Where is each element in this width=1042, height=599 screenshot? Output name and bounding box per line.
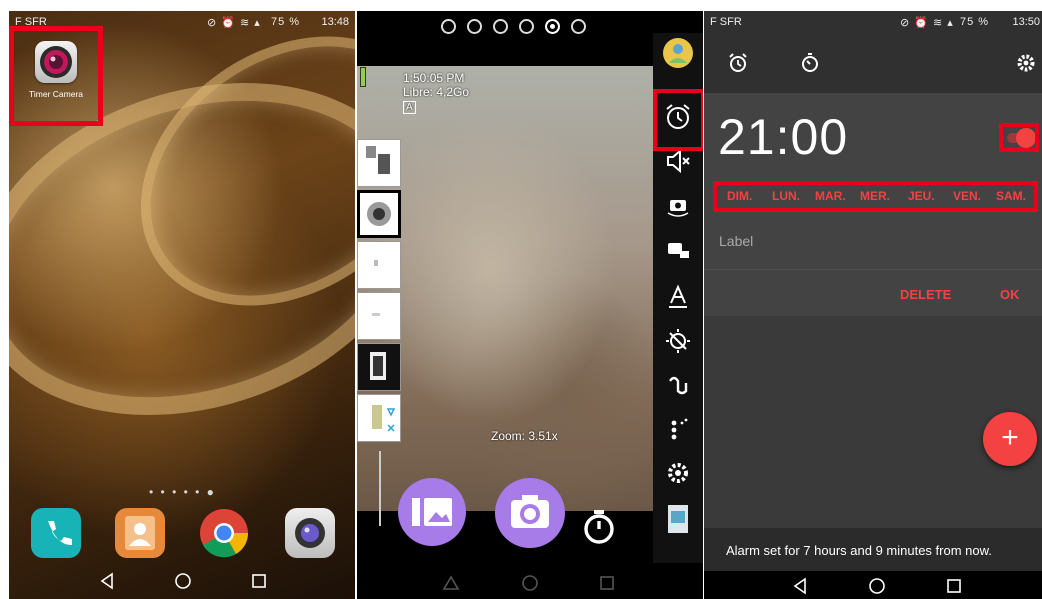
home-icon[interactable] <box>518 571 542 595</box>
carrier-label: F SFR <box>710 16 742 28</box>
timer-icon <box>584 510 614 544</box>
switch-camera-icon[interactable] <box>662 189 694 221</box>
camera-clock: 1:50:05 PM <box>403 71 465 85</box>
shutter-icon <box>511 495 549 528</box>
snackbar-message: Alarm set for 7 hours and 9 minutes from… <box>726 543 992 558</box>
pager-dot[interactable] <box>571 19 586 34</box>
home-icon[interactable] <box>171 569 195 593</box>
battery-indicator <box>360 67 366 87</box>
mode-badge: A <box>403 101 416 114</box>
status-bar: F SFR ⊘ ⏰ ≋ ▴ 75 % 13:50 <box>704 11 1042 33</box>
profile-icon[interactable] <box>662 37 694 69</box>
ad-thumbnail[interactable] <box>357 394 401 442</box>
home-screen: F SFR ⊘ ⏰ ≋ ▴ 75 % 13:48 Timer Camera • … <box>9 11 355 599</box>
camera-app[interactable] <box>285 508 335 558</box>
battery-label: 75 % <box>271 16 301 28</box>
pager-dot[interactable] <box>493 19 508 34</box>
pager-dot[interactable] <box>467 19 482 34</box>
alarm-app-bar: F SFR ⊘ ⏰ ≋ ▴ 75 % 13:50 <box>704 11 1042 93</box>
thumbnail[interactable] <box>357 343 401 391</box>
phone-app[interactable] <box>31 508 81 558</box>
mode-pager[interactable] <box>441 19 597 39</box>
days-highlight <box>713 181 1038 212</box>
status-time: 13:50 <box>1012 16 1040 28</box>
app-label: Timer Camera <box>29 89 83 99</box>
camera-screen: 1:50:05 PM Libre: 4,2Go A Zoom: 3.51x <box>357 11 703 599</box>
ok-button[interactable]: OK <box>1000 287 1020 302</box>
contacts-app[interactable] <box>115 508 165 558</box>
alarm-screen: F SFR ⊘ ⏰ ≋ ▴ 75 % 13:50 21:00 DIM. LUN.… <box>704 11 1042 599</box>
settings-icon[interactable] <box>662 457 694 489</box>
gallery-button[interactable] <box>398 478 466 546</box>
nav-bar <box>704 571 1042 599</box>
status-time: 13:48 <box>321 16 349 28</box>
phone-icon <box>48 521 72 546</box>
timer-tab[interactable] <box>798 51 822 75</box>
home-icon[interactable] <box>865 574 889 598</box>
timer-button[interactable] <box>579 506 619 546</box>
alarm-label-field[interactable]: Label <box>719 233 753 249</box>
camera-icon <box>295 518 325 548</box>
thumbnail-scrollbar[interactable] <box>379 451 381 526</box>
nav-bar <box>9 563 355 599</box>
thumbnail[interactable] <box>357 241 401 289</box>
alarm-icon <box>729 53 747 72</box>
more-icon[interactable] <box>662 413 694 445</box>
snackbar: Alarm set for 7 hours and 9 minutes from… <box>704 528 1042 571</box>
back-icon[interactable] <box>439 571 463 595</box>
battery-label: 75 % <box>960 16 990 28</box>
page-indicator: • • • • • ● <box>149 485 216 499</box>
recents-icon[interactable] <box>595 571 619 595</box>
card-divider <box>704 269 1042 270</box>
shutter-button[interactable] <box>495 478 565 548</box>
camera-mode-icon[interactable] <box>662 233 694 265</box>
timer-camera-shortcut[interactable]: Timer Camera <box>9 26 103 126</box>
pager-dot[interactable] <box>519 19 534 34</box>
thumbnail-selected[interactable] <box>357 190 401 238</box>
toggle-highlight <box>999 123 1039 152</box>
alarm-time[interactable]: 21:00 <box>718 108 848 166</box>
timer-icon <box>802 53 818 72</box>
recents-icon[interactable] <box>247 569 271 593</box>
nav-bar <box>357 567 703 599</box>
camera-info-overlay: 1:50:05 PM Libre: 4,2Go A <box>403 71 469 114</box>
gallery-icon <box>412 498 452 526</box>
recents-icon[interactable] <box>942 574 966 598</box>
alarm-highlight <box>653 89 703 151</box>
pager-dot[interactable] <box>441 19 456 34</box>
camera-lens-icon <box>35 41 77 83</box>
zoom-label: Zoom: 3.51x <box>491 429 558 443</box>
chrome-app[interactable] <box>199 508 249 558</box>
dock <box>9 508 355 560</box>
back-icon[interactable] <box>95 569 119 593</box>
settings-icon <box>1017 54 1035 72</box>
thumbnail[interactable] <box>357 292 401 340</box>
thumbnail-strip <box>357 139 403 445</box>
storage-free: Libre: 4,2Go <box>403 85 470 99</box>
delete-button[interactable]: DELETE <box>900 287 951 302</box>
gallery-thumb-icon[interactable] <box>662 503 694 535</box>
alarm-tab[interactable] <box>726 51 750 75</box>
thumbnail[interactable] <box>357 139 401 187</box>
pager-dot-active[interactable] <box>545 19 560 34</box>
chrome-icon <box>200 509 249 558</box>
status-icons: ⊘ ⏰ ≋ ▴ <box>900 17 954 29</box>
text-icon[interactable] <box>662 281 694 313</box>
add-alarm-button[interactable]: + <box>983 412 1037 466</box>
contacts-icon <box>125 516 155 550</box>
exposure-icon[interactable] <box>662 325 694 357</box>
back-icon[interactable] <box>788 574 812 598</box>
status-icons: ⊘ ⏰ ≋ ▴ <box>207 17 261 29</box>
flash-icon[interactable] <box>662 369 694 401</box>
settings-button[interactable] <box>1014 51 1038 75</box>
